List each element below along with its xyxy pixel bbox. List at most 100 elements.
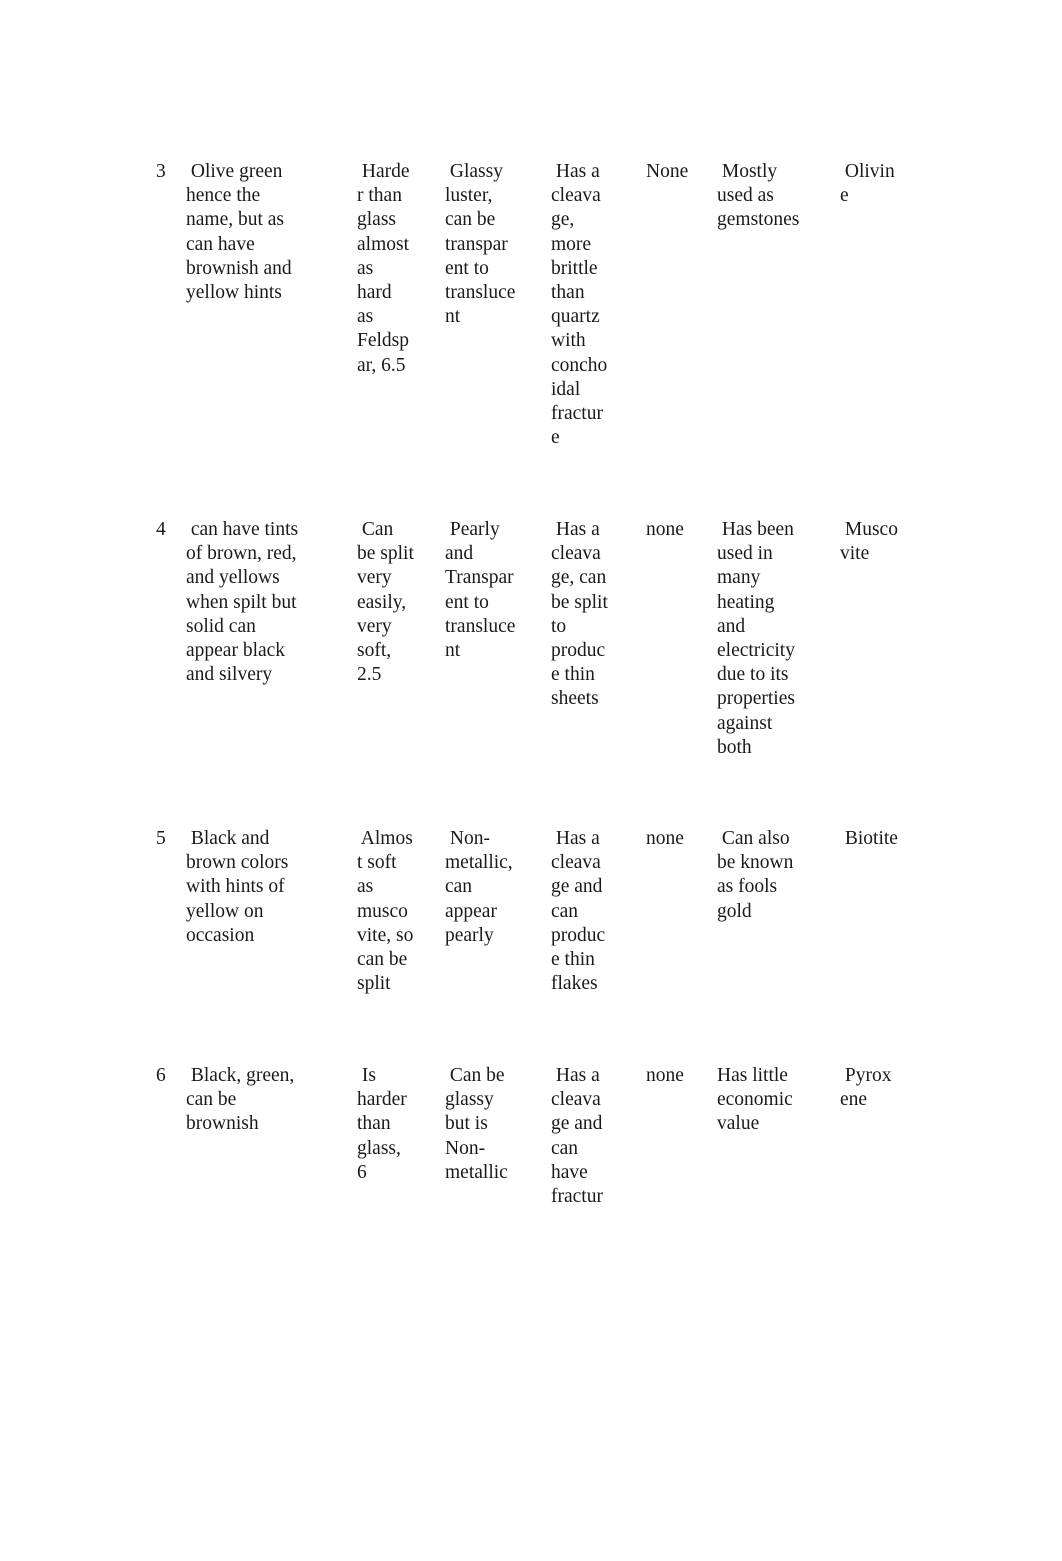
cell-text-line: Olivin xyxy=(840,161,895,182)
cell-text-line: vite xyxy=(840,543,870,565)
cell-text-line: economic xyxy=(717,1089,793,1111)
cell-text-line: Pearly xyxy=(445,519,500,540)
cleavage-cell: Has a cleava ge and can produc e thin flakes xyxy=(551,827,605,996)
cell-text-line: idal xyxy=(551,378,581,400)
cell-text-line: Black and xyxy=(186,828,270,849)
cell-text-line: e thin xyxy=(551,948,595,970)
mineral-name-cell: Olivin e xyxy=(840,160,895,208)
cell-text-line: as fools xyxy=(717,876,778,898)
streak-cell: None xyxy=(646,160,688,184)
cell-text-line: transluce xyxy=(445,615,516,637)
cell-text-line: very xyxy=(357,567,392,589)
mineral-name-cell: Musco vite xyxy=(840,518,898,566)
cell-text-line: glassy xyxy=(445,1089,494,1111)
cell-text-line: ge, can xyxy=(551,567,607,589)
cell-text-line: solid can xyxy=(186,615,256,637)
cell-text-line: fractur xyxy=(551,1185,603,1207)
cell-text-line: musco xyxy=(357,900,408,922)
cell-text-line: can xyxy=(551,900,579,922)
cell-text-line: can be xyxy=(357,948,408,970)
cell-text-line: Black, green, xyxy=(186,1065,295,1086)
cell-text-line: gemstones xyxy=(717,209,800,231)
cell-text-line: Transpar xyxy=(445,567,514,589)
cell-text-line: very xyxy=(357,615,392,637)
cell-text-line: used in xyxy=(717,543,773,565)
cell-text-line: due to its xyxy=(717,664,789,686)
color-cell: can have tints of brown, red, and yellows w… xyxy=(186,518,298,687)
cell-text-line: ent to xyxy=(445,257,489,279)
row-number: 6 xyxy=(156,1065,166,1086)
cell-text-line: and xyxy=(717,615,746,637)
cell-text-line: Can xyxy=(357,519,394,540)
cell-text-line: Has a xyxy=(551,828,600,849)
cell-text-line: name, but as xyxy=(186,209,285,231)
cell-text-line: value xyxy=(717,1113,760,1135)
cell-text-line: can have xyxy=(186,233,255,255)
cell-text-line: none xyxy=(646,519,684,540)
cell-text-line: sheets xyxy=(551,688,599,710)
cell-text-line: yellow hints xyxy=(186,281,282,303)
uses-cell: Has little economic value xyxy=(717,1064,793,1137)
cell-text-line: ge and xyxy=(551,1113,603,1135)
cell-text-line: e xyxy=(551,427,560,449)
hardness-cell: Is harder than glass, 6 xyxy=(357,1064,407,1185)
cell-text-line: more xyxy=(551,233,592,255)
color-cell: Black, green, can be brownish xyxy=(186,1064,294,1137)
cell-text-line: when spilt but xyxy=(186,591,297,613)
luster-cell: Pearly and Transpar ent to transluce nt xyxy=(445,518,515,663)
cell-text-line: Has a xyxy=(551,519,600,540)
uses-cell: Has been used in many heating and electricity… xyxy=(717,518,795,760)
cell-text-line: brown colors xyxy=(186,852,289,874)
cell-text-line: Has a xyxy=(551,1065,600,1086)
cell-text-line: both xyxy=(717,736,752,758)
cell-text-line: as xyxy=(357,876,374,898)
cell-text-line: quartz xyxy=(551,306,600,328)
streak-cell: none xyxy=(646,827,684,851)
cell-text-line: can be xyxy=(186,1089,237,1111)
cell-text-line: gold xyxy=(717,900,752,922)
cell-text-line: than xyxy=(357,1113,391,1135)
cell-text-line: than xyxy=(551,281,585,303)
cell-text-line: metallic xyxy=(445,1161,508,1183)
cell-text-line: fractur xyxy=(551,402,603,424)
cell-text-line: as xyxy=(357,306,374,328)
cell-text-line: produc xyxy=(551,924,606,946)
cell-text-line: appear xyxy=(445,900,497,922)
cell-text-line: Is xyxy=(357,1065,376,1086)
cell-text-line: r than xyxy=(357,185,402,207)
cell-text-line: as xyxy=(357,257,374,279)
cell-text-line: 2.5 xyxy=(357,664,382,686)
cell-text-line: be known xyxy=(717,852,794,874)
cell-text-line: and xyxy=(445,543,474,565)
cell-text-line: can xyxy=(445,876,473,898)
luster-cell: Non-metallic, can appear pearly xyxy=(445,827,513,948)
cell-text-line: Olive green xyxy=(186,161,283,182)
color-cell: Olive green hence the name, but as can have… xyxy=(186,160,292,305)
cell-text-line: concho xyxy=(551,354,608,376)
cell-text-line: appear black xyxy=(186,639,286,661)
cell-text-line: brittle xyxy=(551,257,598,279)
cell-text-line: Biotite xyxy=(840,828,898,849)
cell-text-line: Glassy xyxy=(445,161,503,182)
mineral-name-cell: Pyrox ene xyxy=(840,1064,891,1112)
cell-text-line: luster, xyxy=(445,185,493,207)
streak-cell: none xyxy=(646,1064,684,1088)
luster-cell: Can be glassy but is Non-metallic xyxy=(445,1064,508,1185)
cell-text-line: nt xyxy=(445,639,461,661)
cell-text-line: none xyxy=(646,1065,684,1086)
cell-text-line: ge and xyxy=(551,876,603,898)
cell-text-line: brownish and xyxy=(186,257,292,279)
cell-text-line: ene xyxy=(840,1089,868,1111)
cell-text-line: Has been xyxy=(717,519,794,540)
cell-text-line: glass xyxy=(357,209,396,231)
cell-text-line: Can be xyxy=(445,1065,505,1086)
cell-text-line: hence the xyxy=(186,185,261,207)
color-cell: Black and brown colors with hints of yellow… xyxy=(186,827,288,948)
cell-text-line: none xyxy=(646,828,684,849)
cell-text-line: pearly xyxy=(445,924,494,946)
cell-text-line: produc xyxy=(551,639,606,661)
cell-text-line: and silvery xyxy=(186,664,273,686)
cell-text-line: ar, 6.5 xyxy=(357,354,406,376)
luster-cell: Glassy luster, can be transpar ent to translu… xyxy=(445,160,515,329)
cell-text-line: transluce xyxy=(445,281,516,303)
